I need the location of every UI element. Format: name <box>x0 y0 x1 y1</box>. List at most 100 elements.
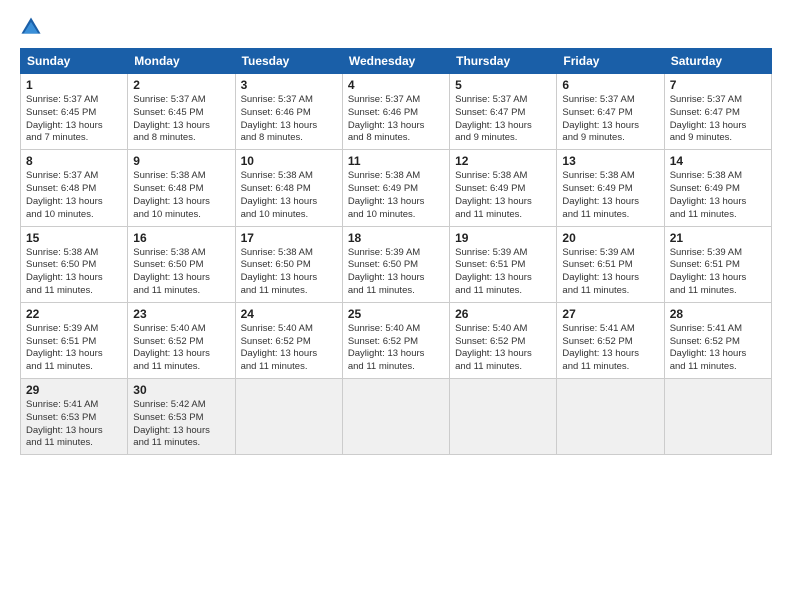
calendar-cell: 21 Sunrise: 5:39 AMSunset: 6:51 PMDayligh… <box>664 226 771 302</box>
calendar-cell: 2 Sunrise: 5:37 AMSunset: 6:45 PMDaylight… <box>128 74 235 150</box>
day-number: 19 <box>455 231 551 245</box>
day-number: 25 <box>348 307 444 321</box>
day-info: Sunrise: 5:37 AMSunset: 6:45 PMDaylight:… <box>133 94 229 145</box>
calendar-cell: 23 Sunrise: 5:40 AMSunset: 6:52 PMDayligh… <box>128 302 235 378</box>
day-number: 27 <box>562 307 658 321</box>
weekday-header: Saturday <box>664 49 771 74</box>
day-info: Sunrise: 5:37 AMSunset: 6:45 PMDaylight:… <box>26 94 122 145</box>
logo-icon <box>20 16 42 38</box>
day-number: 26 <box>455 307 551 321</box>
day-info: Sunrise: 5:38 AMSunset: 6:49 PMDaylight:… <box>455 170 551 221</box>
calendar-week-row: 8Sunrise: 5:37 AMSunset: 6:48 PMDaylight… <box>21 150 772 226</box>
day-info: Sunrise: 5:42 AMSunset: 6:53 PMDaylight:… <box>133 399 229 450</box>
day-info: Sunrise: 5:38 AMSunset: 6:48 PMDaylight:… <box>241 170 337 221</box>
weekday-header: Monday <box>128 49 235 74</box>
day-info: Sunrise: 5:38 AMSunset: 6:50 PMDaylight:… <box>133 247 229 298</box>
day-info: Sunrise: 5:39 AMSunset: 6:51 PMDaylight:… <box>562 247 658 298</box>
calendar-week-row: 29Sunrise: 5:41 AMSunset: 6:53 PMDayligh… <box>21 379 772 455</box>
calendar-cell <box>557 379 664 455</box>
day-info: Sunrise: 5:39 AMSunset: 6:50 PMDaylight:… <box>348 247 444 298</box>
day-number: 9 <box>133 154 229 168</box>
day-number: 20 <box>562 231 658 245</box>
day-info: Sunrise: 5:38 AMSunset: 6:50 PMDaylight:… <box>26 247 122 298</box>
calendar-cell: 19 Sunrise: 5:39 AMSunset: 6:51 PMDayligh… <box>450 226 557 302</box>
day-number: 18 <box>348 231 444 245</box>
calendar-cell: 22 Sunrise: 5:39 AMSunset: 6:51 PMDayligh… <box>21 302 128 378</box>
day-info: Sunrise: 5:37 AMSunset: 6:47 PMDaylight:… <box>670 94 766 145</box>
weekday-header: Sunday <box>21 49 128 74</box>
calendar-cell <box>664 379 771 455</box>
weekday-header: Tuesday <box>235 49 342 74</box>
day-info: Sunrise: 5:37 AMSunset: 6:46 PMDaylight:… <box>348 94 444 145</box>
calendar-week-row: 1 Sunrise: 5:37 AMSunset: 6:45 PMDaylight… <box>21 74 772 150</box>
day-info: Sunrise: 5:41 AMSunset: 6:52 PMDaylight:… <box>562 323 658 374</box>
day-number: 10 <box>241 154 337 168</box>
day-number: 30 <box>133 383 229 397</box>
day-number: 2 <box>133 78 229 92</box>
day-info: Sunrise: 5:40 AMSunset: 6:52 PMDaylight:… <box>133 323 229 374</box>
day-info: Sunrise: 5:38 AMSunset: 6:50 PMDaylight:… <box>241 247 337 298</box>
day-info: Sunrise: 5:38 AMSunset: 6:49 PMDaylight:… <box>562 170 658 221</box>
day-info: Sunrise: 5:39 AMSunset: 6:51 PMDaylight:… <box>26 323 122 374</box>
calendar-cell: 24 Sunrise: 5:40 AMSunset: 6:52 PMDayligh… <box>235 302 342 378</box>
calendar-cell: 29Sunrise: 5:41 AMSunset: 6:53 PMDayligh… <box>21 379 128 455</box>
logo <box>20 16 46 38</box>
day-number: 11 <box>348 154 444 168</box>
day-number: 28 <box>670 307 766 321</box>
weekday-header: Friday <box>557 49 664 74</box>
calendar-cell: 30 Sunrise: 5:42 AMSunset: 6:53 PMDayligh… <box>128 379 235 455</box>
calendar-cell: 10 Sunrise: 5:38 AMSunset: 6:48 PMDayligh… <box>235 150 342 226</box>
day-info: Sunrise: 5:39 AMSunset: 6:51 PMDaylight:… <box>455 247 551 298</box>
calendar-cell: 28 Sunrise: 5:41 AMSunset: 6:52 PMDayligh… <box>664 302 771 378</box>
day-info: Sunrise: 5:40 AMSunset: 6:52 PMDaylight:… <box>455 323 551 374</box>
day-number: 24 <box>241 307 337 321</box>
day-number: 21 <box>670 231 766 245</box>
calendar-week-row: 15Sunrise: 5:38 AMSunset: 6:50 PMDayligh… <box>21 226 772 302</box>
page: SundayMondayTuesdayWednesdayThursdayFrid… <box>0 0 792 612</box>
day-number: 17 <box>241 231 337 245</box>
calendar-cell: 20 Sunrise: 5:39 AMSunset: 6:51 PMDayligh… <box>557 226 664 302</box>
calendar-cell: 27 Sunrise: 5:41 AMSunset: 6:52 PMDayligh… <box>557 302 664 378</box>
day-info: Sunrise: 5:40 AMSunset: 6:52 PMDaylight:… <box>241 323 337 374</box>
day-info: Sunrise: 5:38 AMSunset: 6:49 PMDaylight:… <box>348 170 444 221</box>
calendar-cell: 9Sunrise: 5:38 AMSunset: 6:48 PMDaylight… <box>128 150 235 226</box>
calendar-cell: 11 Sunrise: 5:38 AMSunset: 6:49 PMDayligh… <box>342 150 449 226</box>
day-number: 12 <box>455 154 551 168</box>
day-info: Sunrise: 5:39 AMSunset: 6:51 PMDaylight:… <box>670 247 766 298</box>
calendar-cell: 7 Sunrise: 5:37 AMSunset: 6:47 PMDaylight… <box>664 74 771 150</box>
calendar-cell <box>450 379 557 455</box>
weekday-header-row: SundayMondayTuesdayWednesdayThursdayFrid… <box>21 49 772 74</box>
calendar-cell: 1 Sunrise: 5:37 AMSunset: 6:45 PMDaylight… <box>21 74 128 150</box>
day-number: 23 <box>133 307 229 321</box>
day-number: 16 <box>133 231 229 245</box>
calendar-cell: 14 Sunrise: 5:38 AMSunset: 6:49 PMDayligh… <box>664 150 771 226</box>
day-number: 5 <box>455 78 551 92</box>
calendar-cell: 25 Sunrise: 5:40 AMSunset: 6:52 PMDayligh… <box>342 302 449 378</box>
day-number: 7 <box>670 78 766 92</box>
calendar-cell <box>342 379 449 455</box>
day-number: 6 <box>562 78 658 92</box>
day-number: 14 <box>670 154 766 168</box>
calendar-cell: 5Sunrise: 5:37 AMSunset: 6:47 PMDaylight… <box>450 74 557 150</box>
day-number: 1 <box>26 78 122 92</box>
day-number: 29 <box>26 383 122 397</box>
day-info: Sunrise: 5:38 AMSunset: 6:49 PMDaylight:… <box>670 170 766 221</box>
day-number: 22 <box>26 307 122 321</box>
day-info: Sunrise: 5:37 AMSunset: 6:46 PMDaylight:… <box>241 94 337 145</box>
day-number: 13 <box>562 154 658 168</box>
header <box>20 16 772 38</box>
calendar-cell: 8Sunrise: 5:37 AMSunset: 6:48 PMDaylight… <box>21 150 128 226</box>
calendar-cell <box>235 379 342 455</box>
day-info: Sunrise: 5:40 AMSunset: 6:52 PMDaylight:… <box>348 323 444 374</box>
calendar-cell: 26 Sunrise: 5:40 AMSunset: 6:52 PMDayligh… <box>450 302 557 378</box>
calendar-cell: 6Sunrise: 5:37 AMSunset: 6:47 PMDaylight… <box>557 74 664 150</box>
day-number: 4 <box>348 78 444 92</box>
day-info: Sunrise: 5:41 AMSunset: 6:52 PMDaylight:… <box>670 323 766 374</box>
calendar-week-row: 22 Sunrise: 5:39 AMSunset: 6:51 PMDayligh… <box>21 302 772 378</box>
calendar-cell: 16 Sunrise: 5:38 AMSunset: 6:50 PMDayligh… <box>128 226 235 302</box>
calendar-cell: 15Sunrise: 5:38 AMSunset: 6:50 PMDayligh… <box>21 226 128 302</box>
calendar-cell: 4 Sunrise: 5:37 AMSunset: 6:46 PMDaylight… <box>342 74 449 150</box>
calendar-cell: 13 Sunrise: 5:38 AMSunset: 6:49 PMDayligh… <box>557 150 664 226</box>
day-number: 3 <box>241 78 337 92</box>
calendar-cell: 12 Sunrise: 5:38 AMSunset: 6:49 PMDayligh… <box>450 150 557 226</box>
